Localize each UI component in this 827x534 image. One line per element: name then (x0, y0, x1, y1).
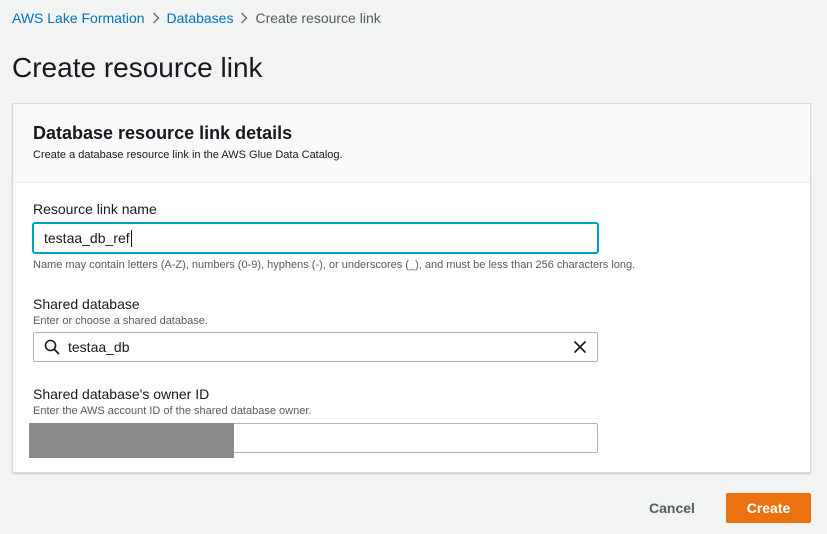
resource-link-name-constraint: Name may contain letters (A-Z), numbers … (33, 259, 636, 271)
owner-id-description: Enter the AWS account ID of the shared d… (33, 405, 312, 417)
owner-id-input[interactable] (29, 423, 598, 458)
resource-link-name-label: Resource link name (33, 201, 157, 217)
chevron-right-icon (145, 9, 167, 27)
panel-header: Database resource link details Create a … (13, 104, 810, 183)
shared-database-description: Enter or choose a shared database. (33, 315, 208, 327)
search-icon (44, 339, 60, 355)
page-title: Create resource link (12, 52, 263, 83)
breadcrumb: AWS Lake Formation Databases Create reso… (12, 9, 381, 27)
panel-title: Database resource link details (33, 123, 293, 143)
shared-database-input[interactable]: testaa_db (33, 332, 598, 362)
breadcrumb-link-databases[interactable]: Databases (167, 9, 234, 27)
breadcrumb-current: Create resource link (255, 10, 381, 26)
resource-link-name-value: testaa_db_ref (44, 230, 130, 246)
owner-id-label: Shared database's owner ID (33, 386, 210, 402)
resource-link-details-panel: Database resource link details Create a … (12, 103, 811, 473)
resource-link-name-input[interactable]: testaa_db_ref (33, 223, 598, 253)
owner-id-field: Shared database's owner ID Enter the AWS… (29, 385, 598, 458)
panel-description: Create a database resource link in the A… (33, 149, 343, 161)
shared-database-label: Shared database (33, 296, 140, 312)
shared-database-field: Shared database Enter or choose a shared… (33, 295, 598, 362)
breadcrumb-link-lake-formation[interactable]: AWS Lake Formation (12, 9, 145, 27)
close-icon[interactable] (573, 340, 587, 354)
resource-link-name-field: Resource link name testaa_db_ref Name ma… (33, 200, 635, 272)
redaction-block (29, 423, 234, 458)
shared-database-value: testaa_db (68, 339, 130, 355)
text-caret (130, 229, 132, 247)
cancel-button[interactable]: Cancel (635, 493, 709, 523)
create-button[interactable]: Create (726, 493, 811, 523)
chevron-right-icon (233, 9, 255, 27)
